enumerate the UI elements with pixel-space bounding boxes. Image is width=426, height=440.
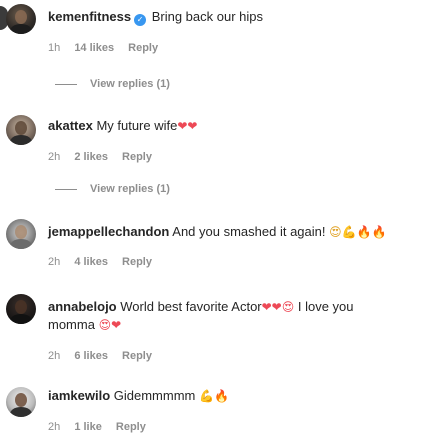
comment: iamkewilo Gidemmmmm 💪🔥 — [48, 387, 426, 405]
comment-meta: 2h 4 likes Reply — [48, 256, 163, 268]
divider-line — [55, 188, 77, 190]
view-replies-label: View replies (1) — [90, 78, 170, 90]
emoji-reactions: 💪🔥 — [199, 389, 229, 403]
reply-button[interactable]: Reply — [116, 421, 146, 433]
comment-likes[interactable]: 4 likes — [74, 256, 108, 268]
comment-text: jemappellechandon And you smashed it aga… — [48, 223, 426, 241]
reply-button[interactable]: Reply — [128, 42, 158, 54]
comment-likes[interactable]: 6 likes — [74, 350, 108, 362]
comment-meta: 2h 2 likes Reply — [48, 151, 163, 163]
emoji-reactions-2: 😍❤ — [98, 318, 122, 332]
comment-text: kemenfitness ✓ Bring back our hips — [48, 8, 426, 26]
reply-button[interactable]: Reply — [122, 350, 152, 362]
avatar[interactable] — [6, 219, 36, 249]
emoji-hearts: ❤❤ — [177, 119, 198, 133]
comment-meta: 1h 14 likes Reply — [48, 42, 169, 54]
comment-time: 2h — [48, 421, 61, 433]
comment-body: My future wife — [96, 118, 178, 133]
comment-body-continued-2: momma — [48, 317, 95, 332]
comment-body: Gidemmmmm — [113, 388, 196, 403]
reply-button[interactable]: Reply — [122, 151, 152, 163]
comment-time: 2h — [48, 256, 61, 268]
emoji-reactions: ❤❤😍 — [261, 300, 295, 314]
comment-body-continued: I love you — [297, 299, 354, 314]
verified-icon: ✓ — [134, 14, 147, 26]
comment-text: annabelojo World best favorite Actor❤❤😍 … — [48, 298, 426, 334]
comment-text: iamkewilo Gidemmmmm 💪🔥 — [48, 387, 426, 405]
divider-line — [55, 83, 77, 85]
comment-username[interactable]: iamkewilo — [48, 388, 110, 403]
avatar[interactable] — [6, 294, 36, 324]
comment: akattex My future wife❤❤ — [48, 117, 426, 135]
comment-body: World best favorite Actor — [120, 299, 262, 314]
view-replies-button[interactable]: View replies (1) — [55, 183, 170, 195]
avatar[interactable] — [6, 4, 36, 34]
reply-button[interactable]: Reply — [122, 256, 152, 268]
comment-meta: 2h 6 likes Reply — [48, 350, 163, 362]
view-replies-button[interactable]: View replies (1) — [55, 78, 170, 90]
comment-body: Bring back our hips — [151, 9, 263, 24]
comment-meta: 2h 1 like Reply — [48, 421, 157, 433]
comment: jemappellechandon And you smashed it aga… — [48, 223, 426, 241]
comment-likes[interactable]: 2 likes — [74, 151, 108, 163]
comment-time: 2h — [48, 151, 61, 163]
comment-username[interactable]: jemappellechandon — [48, 224, 169, 239]
comment-body: And you smashed it again! — [172, 224, 326, 239]
comment-time: 1h — [48, 42, 61, 54]
comment: kemenfitness ✓ Bring back our hips — [48, 8, 426, 26]
comment-time: 2h — [48, 350, 61, 362]
comment-username[interactable]: annabelojo — [48, 299, 117, 314]
comment-username[interactable]: kemenfitness — [48, 9, 131, 24]
avatar[interactable] — [6, 387, 36, 417]
comment: annabelojo World best favorite Actor❤❤😍 … — [48, 298, 426, 334]
avatar[interactable] — [6, 115, 36, 145]
comment-text: akattex My future wife❤❤ — [48, 117, 426, 135]
comment-likes[interactable]: 14 likes — [74, 42, 114, 54]
comment-username[interactable]: akattex — [48, 118, 93, 133]
comment-likes[interactable]: 1 like — [74, 421, 102, 433]
emoji-reactions: 😍💪🔥🔥 — [329, 225, 387, 239]
view-replies-label: View replies (1) — [90, 183, 170, 195]
heart-icon[interactable] — [406, 30, 426, 50]
